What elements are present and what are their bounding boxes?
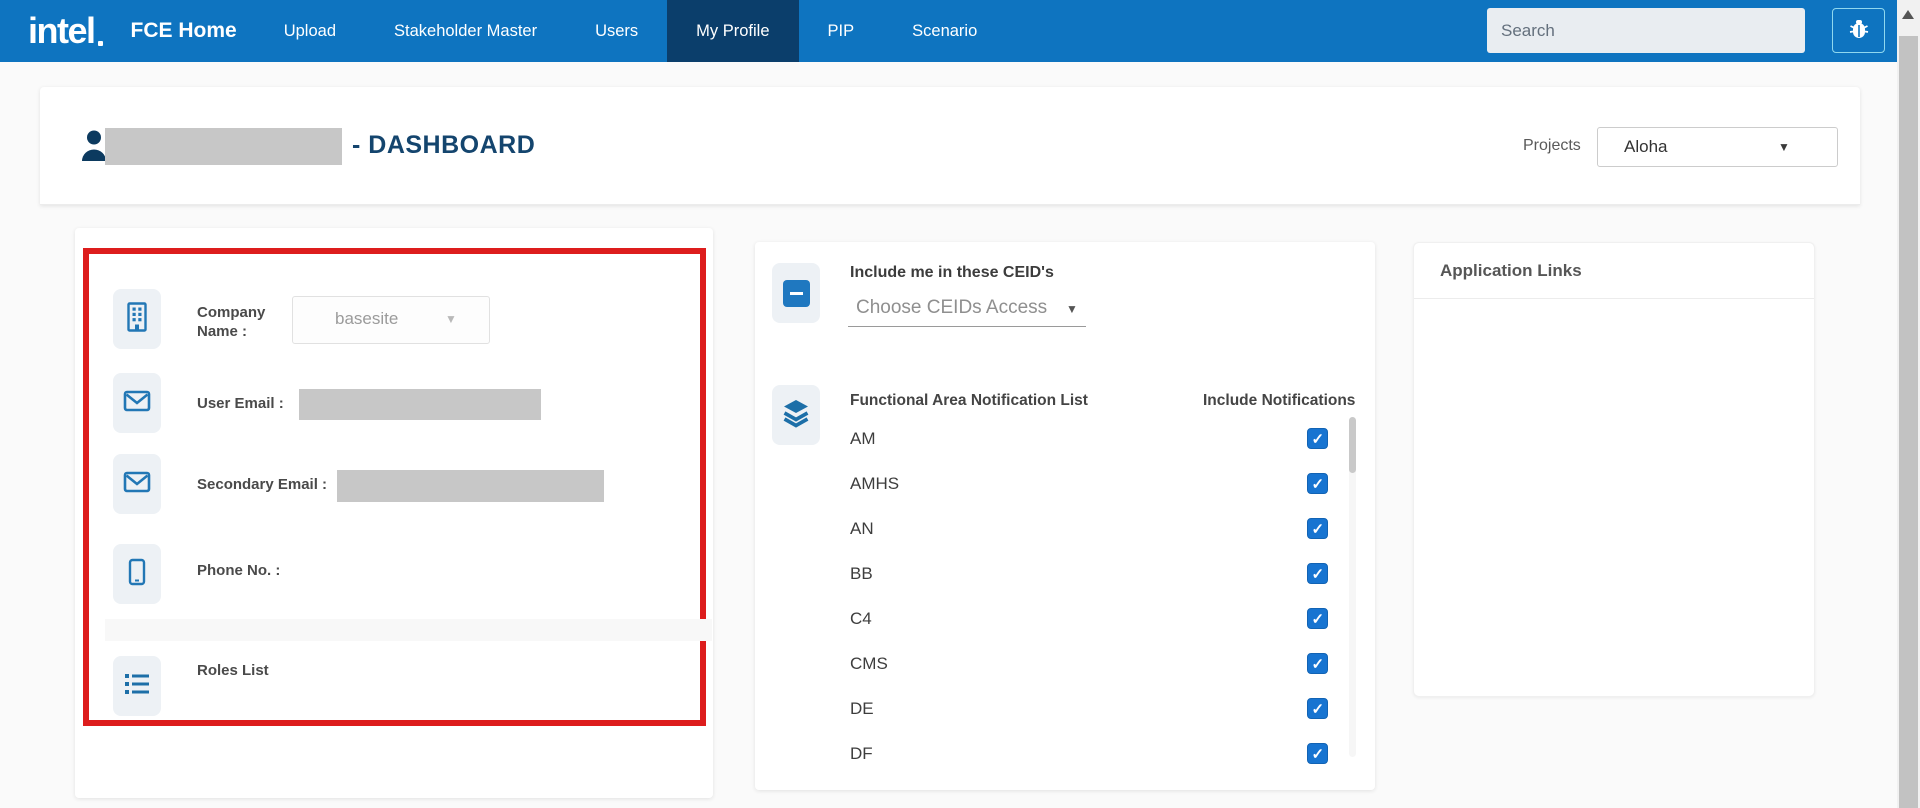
functional-area-row: AMHS: [755, 462, 1345, 507]
projects-select[interactable]: Aloha ▼: [1597, 127, 1838, 167]
nav-item[interactable]: PIP: [799, 0, 884, 62]
projects-label: Projects: [1523, 137, 1581, 154]
chevron-down-icon: ▼: [1066, 302, 1078, 316]
roles-list-label: Roles List: [197, 662, 269, 679]
functional-area-label: AN: [850, 519, 874, 538]
card-divider: [1414, 298, 1814, 299]
functional-area-row: BB: [755, 552, 1345, 597]
indeterminate-checkbox-icon: [782, 279, 810, 307]
functional-area-list: AM AMHS AN BB C4: [755, 417, 1345, 790]
application-links-title: Application Links: [1440, 261, 1582, 280]
company-name-value: basesite: [335, 309, 399, 328]
chevron-down-icon: ▼: [1778, 140, 1790, 154]
functional-area-label: AMHS: [850, 474, 900, 493]
include-notification-checkbox[interactable]: [1307, 698, 1328, 719]
building-icon: [124, 301, 150, 338]
envelope-icon: [123, 471, 151, 498]
nav-menu: Upload Stakeholder Master Users My Profi…: [255, 0, 1007, 62]
list-icon: [124, 673, 150, 700]
functional-area-row: AM: [755, 417, 1345, 462]
section-divider: [105, 619, 712, 641]
nav-item[interactable]: Stakeholder Master: [365, 0, 566, 62]
ceid-notifications-card: Include me in these CEID's Choose CEIDs …: [755, 242, 1375, 790]
list-scrollbar[interactable]: [1349, 417, 1356, 757]
company-icon-tile: [113, 289, 161, 349]
functional-area-row: AN: [755, 507, 1345, 552]
user-email-label: User Email :: [197, 395, 284, 412]
ceid-icon-tile: [772, 263, 820, 323]
page-title: - DASHBOARD: [352, 131, 536, 159]
secondary-email-label: Secondary Email :: [197, 476, 328, 493]
functional-area-row: DE: [755, 687, 1345, 732]
page-root: intel FCE Home Upload Stakeholder Master…: [0, 0, 1920, 808]
application-links-card: Application Links: [1413, 242, 1815, 697]
user-name-redacted: [105, 128, 342, 165]
functional-area-label: CMS: [850, 654, 888, 673]
dashboard-header-card: - DASHBOARD Projects Aloha ▼: [40, 87, 1860, 205]
functional-area-list-title: Functional Area Notification List: [850, 392, 1088, 409]
nav-item[interactable]: Scenario: [883, 0, 1006, 62]
chevron-down-icon: ▼: [445, 312, 457, 326]
intel-logo: intel: [28, 13, 103, 49]
nav-item[interactable]: My Profile: [667, 0, 799, 62]
scroll-up-icon[interactable]: [1902, 10, 1914, 19]
page-scrollbar-thumb[interactable]: [1899, 36, 1918, 808]
list-scrollbar-thumb[interactable]: [1349, 417, 1356, 473]
functional-area-row: C4: [755, 597, 1345, 642]
envelope-icon: [123, 390, 151, 417]
phone-label: Phone No. :: [197, 562, 281, 579]
ceid-access-select[interactable]: Choose CEIDs Access ▼: [848, 288, 1086, 327]
include-notification-checkbox[interactable]: [1307, 563, 1328, 584]
profile-highlight-red-box: Company Name : basesite ▼ User Email : S…: [83, 248, 712, 726]
top-navbar: intel FCE Home Upload Stakeholder Master…: [0, 0, 1897, 62]
profile-card: Company Name : basesite ▼ User Email : S…: [75, 228, 713, 798]
functional-area-label: DF: [850, 744, 873, 763]
include-notification-checkbox[interactable]: [1307, 473, 1328, 494]
mobile-phone-icon: [128, 558, 146, 591]
functional-area-label: DE: [850, 699, 874, 718]
bug-icon: [1847, 17, 1871, 44]
functional-area-label: AM: [850, 429, 876, 448]
search-input[interactable]: [1487, 8, 1805, 53]
intel-logo-text: intel: [28, 10, 96, 51]
company-name-select[interactable]: basesite ▼: [292, 296, 490, 344]
page-scrollbar[interactable]: [1897, 0, 1920, 808]
projects-selected-value: Aloha: [1624, 137, 1668, 156]
company-name-label: Company Name :: [197, 304, 266, 340]
user-email-icon-tile: [113, 373, 161, 433]
ceid-select-placeholder: Choose CEIDs Access: [856, 297, 1048, 318]
functional-area-label: C4: [850, 609, 872, 628]
secondary-email-redacted: [337, 470, 604, 502]
user-icon: [80, 129, 108, 168]
bug-report-button[interactable]: [1832, 8, 1885, 53]
include-notifications-column-title: Include Notifications: [1203, 392, 1356, 409]
functional-area-row: CMS: [755, 642, 1345, 687]
phone-icon-tile: [113, 544, 161, 604]
include-notification-checkbox[interactable]: [1307, 518, 1328, 539]
include-notification-checkbox[interactable]: [1307, 608, 1328, 629]
user-email-redacted: [299, 389, 541, 420]
include-notification-checkbox[interactable]: [1307, 653, 1328, 674]
functional-area-row: DF: [755, 732, 1345, 777]
functional-area-label: BB: [850, 564, 873, 583]
ceid-section-title: Include me in these CEID's: [850, 264, 1054, 281]
include-notification-checkbox[interactable]: [1307, 428, 1328, 449]
nav-item-fce-home[interactable]: FCE Home: [131, 19, 237, 43]
secondary-email-icon-tile: [113, 454, 161, 514]
include-notification-checkbox[interactable]: [1307, 743, 1328, 764]
intel-logo-dot-icon: [97, 41, 103, 46]
nav-item[interactable]: Users: [566, 0, 667, 62]
nav-item[interactable]: Upload: [255, 0, 365, 62]
roles-icon-tile: [113, 656, 161, 716]
